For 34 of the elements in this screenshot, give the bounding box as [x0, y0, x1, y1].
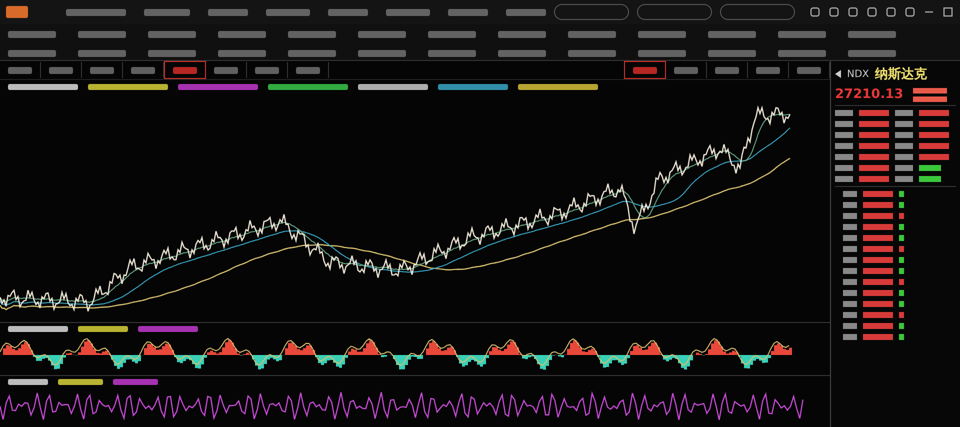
index-code: NDX	[847, 68, 870, 80]
period-tab[interactable]	[164, 61, 206, 79]
legend-label	[8, 379, 48, 385]
toolbar-icon[interactable]	[809, 6, 821, 18]
toolbar-icon[interactable]	[885, 6, 897, 18]
menu-item[interactable]	[266, 8, 310, 16]
back-arrow-icon[interactable]	[835, 70, 841, 78]
price-change-drawing	[913, 88, 948, 102]
index-price: 27210.13	[835, 87, 904, 102]
toolbar-icon[interactable]	[828, 6, 840, 18]
legend-label	[8, 326, 68, 332]
legend-label	[58, 379, 103, 385]
toolbar-button[interactable]	[636, 4, 712, 20]
maximize-icon[interactable]	[942, 6, 954, 18]
toolbar-icon[interactable]	[904, 6, 916, 18]
menu-item[interactable]	[66, 8, 126, 16]
menu-item[interactable]	[208, 8, 248, 16]
legend-label	[113, 379, 158, 385]
legend-label	[438, 84, 508, 90]
legend-label	[138, 326, 198, 332]
toolbar-icon[interactable]	[847, 6, 859, 18]
menu-item[interactable]	[448, 8, 488, 16]
chart-tab[interactable]	[624, 61, 666, 79]
menu-item[interactable]	[328, 8, 368, 16]
menu-item[interactable]	[144, 8, 190, 16]
legend-label	[78, 326, 128, 332]
menu-item[interactable]	[506, 8, 546, 16]
toolbar-button[interactable]	[720, 4, 795, 20]
toolbar-icon[interactable]	[866, 6, 878, 18]
index-name: 纳斯达克	[875, 66, 928, 83]
search-field[interactable]	[554, 4, 629, 20]
legend-label	[8, 84, 78, 90]
legend-label	[358, 84, 428, 90]
menu-item[interactable]	[386, 8, 430, 16]
